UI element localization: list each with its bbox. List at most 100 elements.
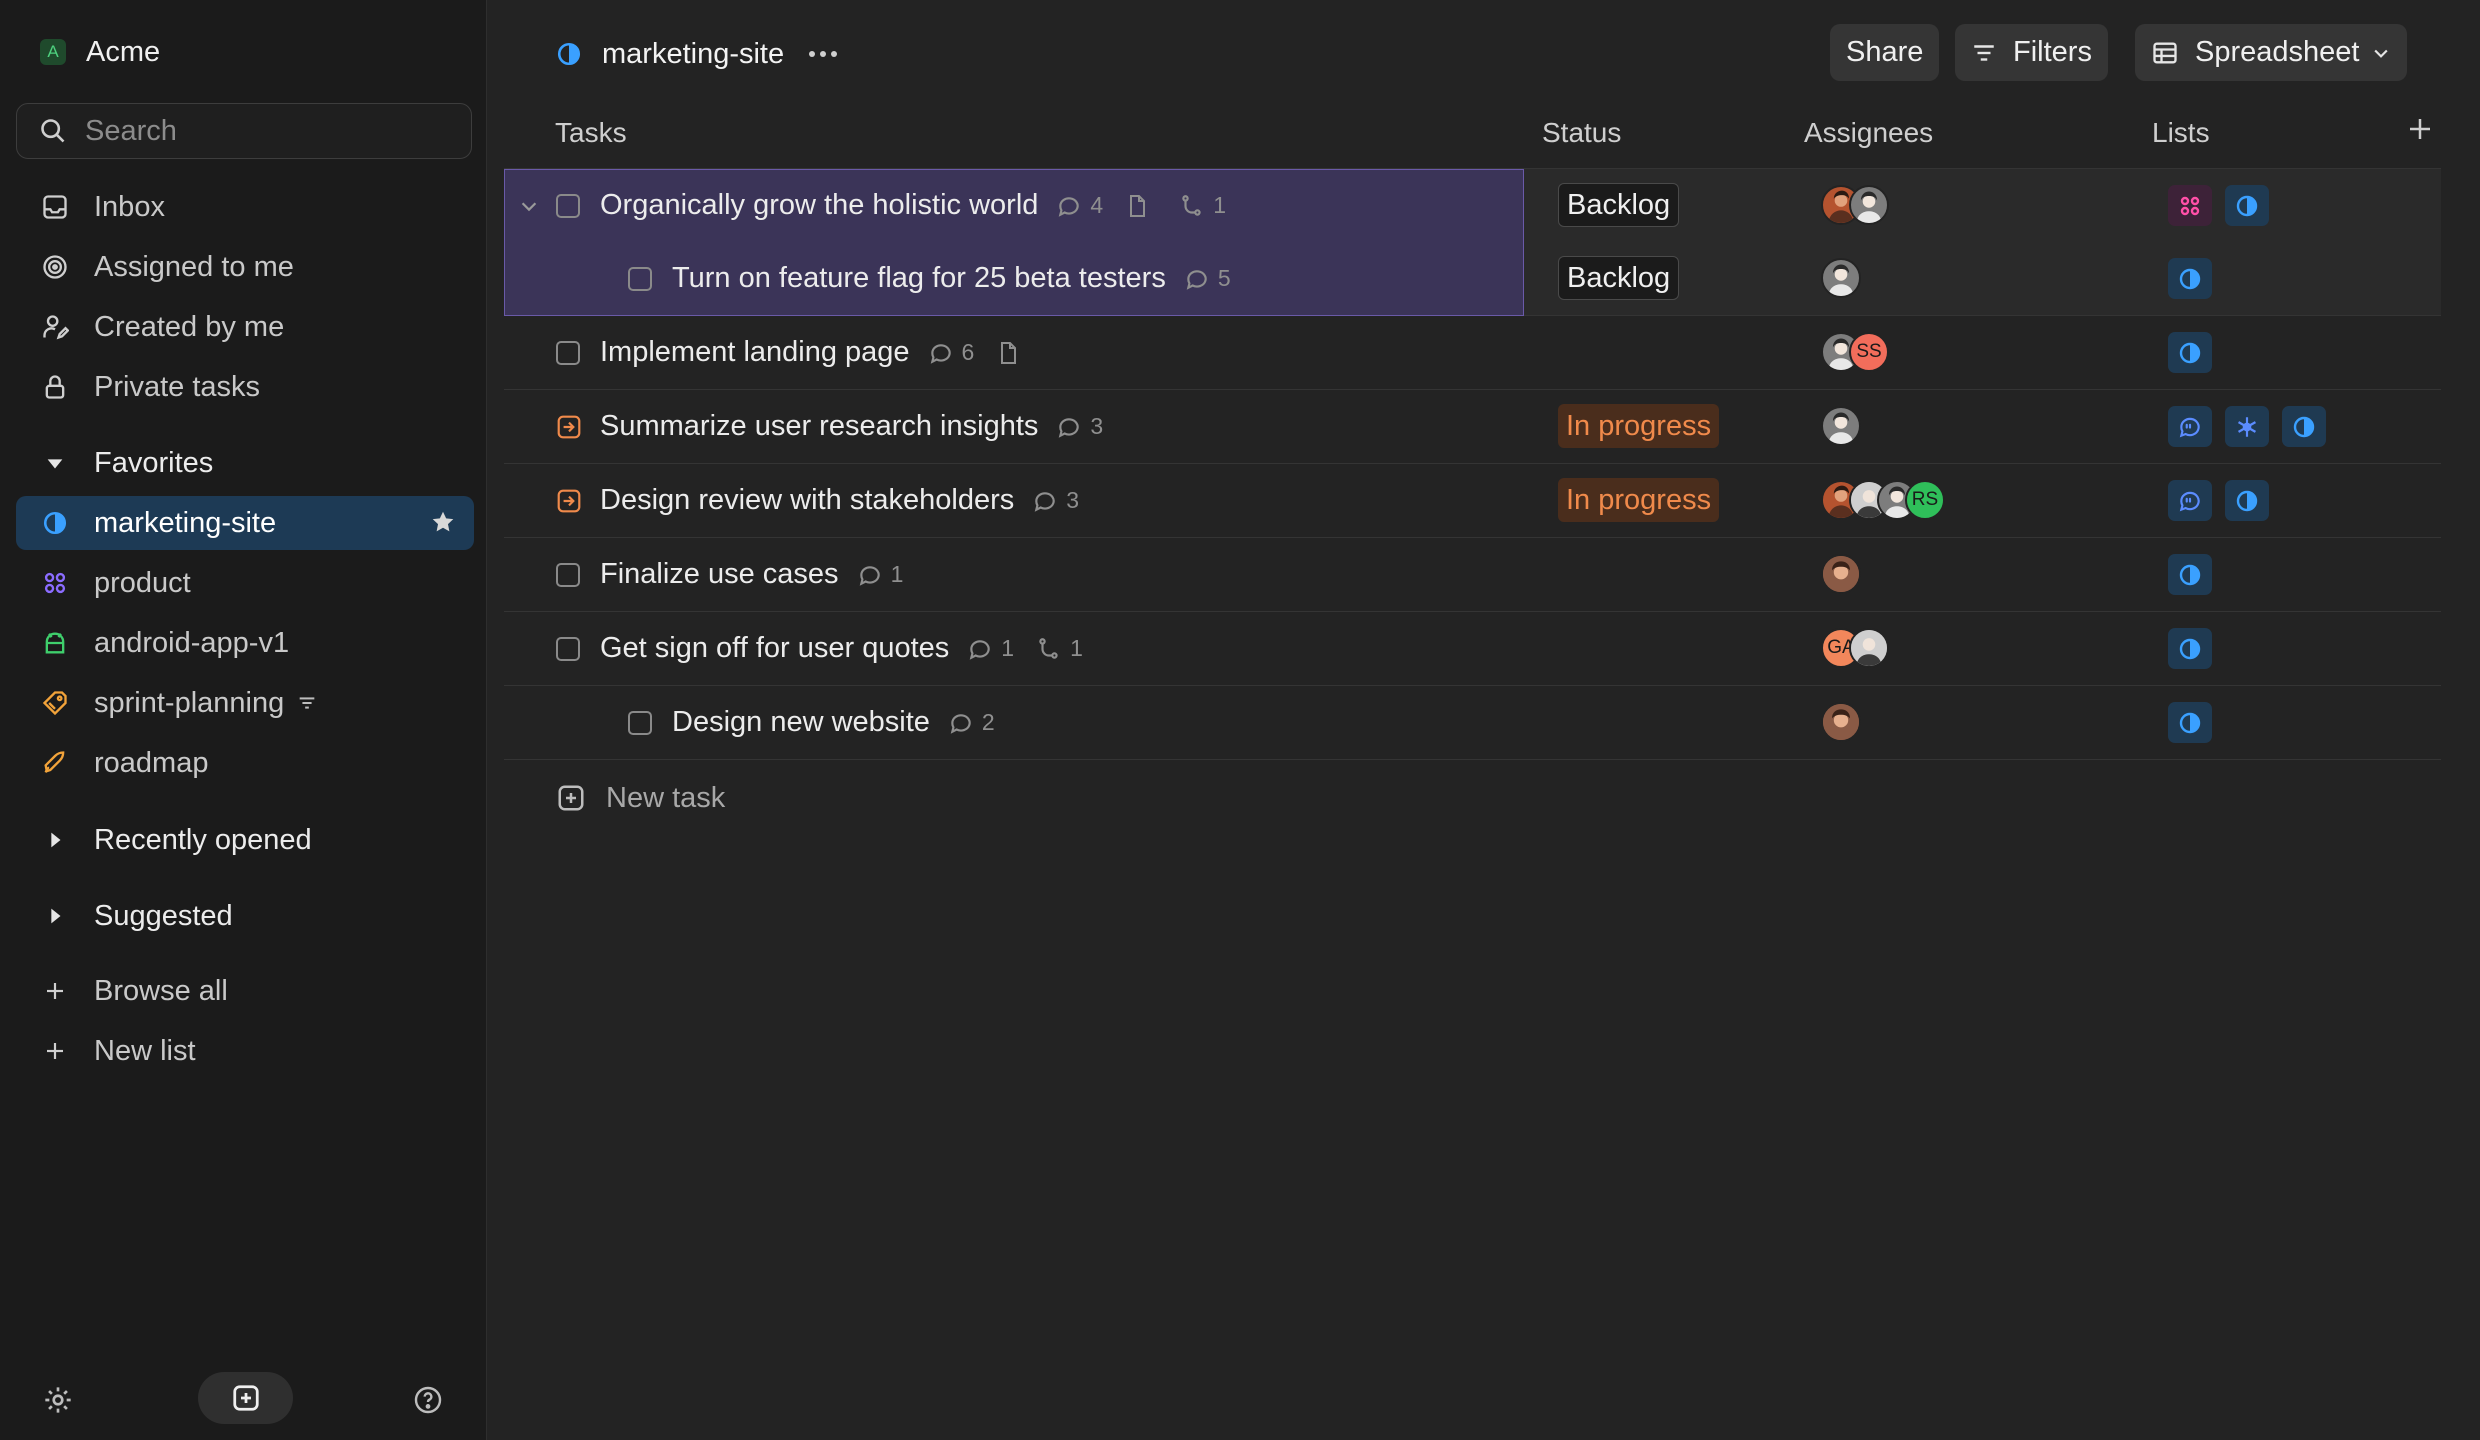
avatar (1821, 258, 1861, 298)
list-chip-research[interactable] (2168, 480, 2212, 521)
task-title[interactable]: Get sign off for user quotes (600, 632, 949, 665)
assignees-cell[interactable] (1821, 258, 1861, 298)
lists-cell[interactable] (2168, 702, 2225, 743)
list-chip-marketing-site[interactable] (2168, 628, 2212, 669)
star-icon[interactable] (430, 509, 456, 535)
assignees-cell[interactable] (1821, 702, 1861, 742)
lists-cell[interactable] (2168, 554, 2225, 595)
search-input[interactable] (85, 114, 445, 148)
lists-cell[interactable] (2168, 185, 2282, 226)
view-switcher-button[interactable]: Spreadsheet (2135, 24, 2408, 81)
table-row[interactable]: Design review with stakeholders 3 In pro… (504, 464, 2441, 538)
status-badge[interactable]: Backlog (1558, 256, 1680, 300)
comment-count-value: 3 (1090, 413, 1104, 439)
task-cell: Turn on feature flag for 25 beta testers… (628, 242, 1253, 315)
task-title[interactable]: Turn on feature flag for 25 beta testers (672, 262, 1166, 295)
list-chip-snowflake[interactable] (2225, 406, 2269, 447)
lists-cell[interactable] (2168, 406, 2339, 447)
task-title[interactable]: Summarize user research insights (600, 410, 1038, 443)
status-badge[interactable]: In progress (1558, 404, 1720, 448)
favorites-header[interactable]: Favorites (16, 438, 213, 488)
task-cell: Organically grow the holistic world 4 1 (556, 169, 1248, 242)
workspace-switcher[interactable]: A Acme (40, 34, 160, 70)
status-badge[interactable]: Backlog (1558, 183, 1680, 227)
avatar: SS (1849, 332, 1889, 372)
list-chip-marketing-site[interactable] (2225, 480, 2269, 521)
settings-icon[interactable] (42, 1384, 74, 1416)
lock-icon (40, 372, 70, 402)
task-checkbox[interactable] (556, 562, 580, 587)
favorite-android-app-v1[interactable]: android-app-v1 (16, 616, 474, 670)
subtask-count: 1 (1036, 635, 1083, 662)
suggested-header[interactable]: Suggested (16, 891, 233, 941)
help-icon[interactable] (412, 1384, 444, 1416)
lists-cell[interactable] (2168, 628, 2225, 669)
nav-private-tasks[interactable]: Private tasks (16, 360, 474, 414)
status-badge[interactable]: In progress (1558, 478, 1720, 522)
task-title[interactable]: Implement landing page (600, 336, 910, 369)
table-row[interactable]: Implement landing page 6 SS (504, 316, 2441, 390)
table-icon (2151, 39, 2179, 67)
task-title[interactable]: Finalize use cases (600, 558, 839, 591)
more-options-icon[interactable] (808, 49, 838, 59)
task-title[interactable]: Design review with stakeholders (600, 484, 1014, 517)
task-checkbox[interactable] (556, 193, 580, 218)
nav-created-by-me[interactable]: Created by me (16, 300, 474, 354)
favorite-marketing-site[interactable]: marketing-site (16, 496, 474, 550)
add-column-icon[interactable] (2405, 114, 2435, 144)
favorite-product[interactable]: product (16, 556, 474, 610)
in-progress-status-icon[interactable] (556, 488, 582, 514)
assignees-cell[interactable]: GA (1821, 628, 1889, 668)
list-chip-marketing-site[interactable] (2282, 406, 2326, 447)
list-chip-marketing-site[interactable] (2168, 332, 2212, 373)
column-header-assignees[interactable]: Assignees (1804, 117, 1933, 149)
assignees-cell[interactable]: RS (1821, 480, 1945, 520)
filters-button[interactable]: Filters (1955, 24, 2108, 81)
list-chip-marketing-site[interactable] (2225, 185, 2269, 226)
list-chip-marketing-site[interactable] (2168, 258, 2212, 299)
task-cell: Summarize user research insights 3 (556, 390, 1125, 463)
lists-cell[interactable] (2168, 332, 2225, 373)
task-title[interactable]: Design new website (672, 706, 930, 739)
new-task-button[interactable]: New task (556, 780, 725, 816)
table-row[interactable]: Get sign off for user quotes 1 1 GA (504, 612, 2441, 686)
new-task-compose-button[interactable] (198, 1372, 293, 1424)
new-list-button[interactable]: New list (16, 1024, 474, 1078)
assignees-cell[interactable] (1821, 185, 1889, 225)
list-chip-marketing-site[interactable] (2168, 554, 2212, 595)
favorite-roadmap[interactable]: roadmap (16, 736, 474, 790)
assignees-cell[interactable] (1821, 406, 1861, 446)
browse-all-button[interactable]: Browse all (16, 964, 474, 1018)
nav-assigned-to-me[interactable]: Assigned to me (16, 240, 474, 294)
lists-cell[interactable] (2168, 480, 2282, 521)
column-header-status[interactable]: Status (1542, 117, 1621, 149)
task-checkbox[interactable] (556, 636, 580, 661)
assignees-cell[interactable]: SS (1821, 332, 1889, 372)
list-chip-marketing-site[interactable] (2168, 702, 2212, 743)
table-row[interactable]: Summarize user research insights 3 In pr… (504, 390, 2441, 464)
task-checkbox[interactable] (556, 340, 580, 365)
list-chip-research[interactable] (2168, 406, 2212, 447)
favorite-sprint-planning[interactable]: sprint-planning (16, 676, 474, 730)
task-title[interactable]: Organically grow the holistic world (600, 189, 1038, 222)
table-row[interactable]: Organically grow the holistic world 4 1 … (504, 168, 2441, 243)
collapse-chevron-icon[interactable] (518, 169, 540, 242)
column-header-tasks[interactable]: Tasks (555, 117, 627, 149)
share-button[interactable]: Share (1830, 24, 1940, 81)
assignees-cell[interactable] (1821, 554, 1861, 594)
in-progress-status-icon[interactable] (556, 414, 582, 440)
filter-icon (1971, 40, 1997, 66)
recently-opened-header[interactable]: Recently opened (16, 815, 312, 865)
half-circle-icon (2235, 489, 2259, 513)
list-chip-product[interactable] (2168, 185, 2212, 226)
table-row[interactable]: Finalize use cases 1 (504, 538, 2441, 612)
task-checkbox[interactable] (628, 710, 652, 735)
table-row[interactable]: Design new website 2 (504, 686, 2441, 760)
nav-inbox[interactable]: Inbox (16, 180, 474, 234)
column-header-lists[interactable]: Lists (2152, 117, 2210, 149)
task-checkbox[interactable] (628, 266, 652, 291)
search-box[interactable] (16, 103, 472, 159)
tag-icon (40, 688, 70, 718)
lists-cell[interactable] (2168, 258, 2225, 299)
table-row[interactable]: Turn on feature flag for 25 beta testers… (504, 242, 2441, 316)
